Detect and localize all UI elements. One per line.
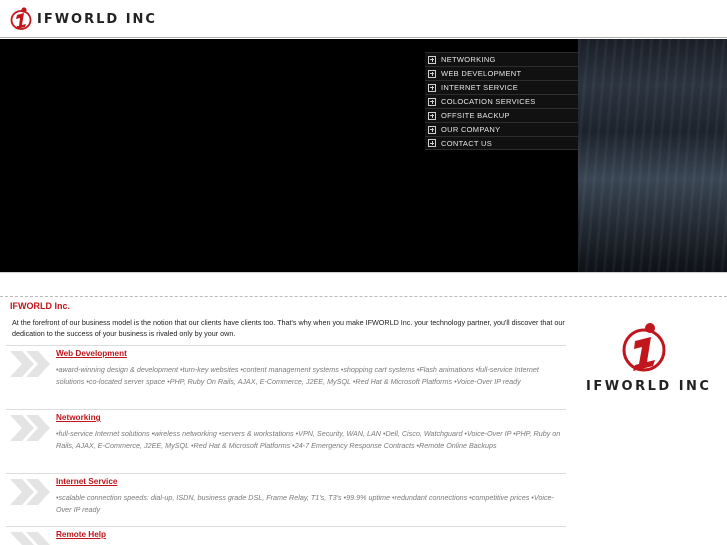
double-chevron-icon: [10, 415, 50, 441]
double-chevron-icon: [10, 351, 50, 377]
plus-box-icon: [428, 125, 436, 134]
nav-item-our-company[interactable]: OUR COMPANY: [425, 122, 578, 136]
plus-box-icon: [428, 111, 436, 120]
section-divider: [6, 409, 566, 410]
nav-item-colocation-services[interactable]: COLOCATION SERVICES: [425, 94, 578, 108]
section-description: •scalable connection speeds: dial-up, IS…: [56, 493, 554, 514]
plus-box-icon: [428, 97, 436, 106]
plus-box-icon: [428, 139, 436, 147]
nav-item-label: COLOCATION SERVICES: [441, 97, 536, 106]
service-section-remote-help: Remote Help: [6, 526, 566, 545]
nav-item-label: NETWORKING: [441, 55, 496, 64]
header-brand-name: IFWORLD INC: [37, 11, 157, 27]
section-divider: [6, 526, 566, 527]
dashed-divider: [0, 296, 727, 297]
nav-item-label: OFFSITE BACKUP: [441, 111, 510, 120]
section-description: •award-winning design & development •tur…: [56, 365, 539, 386]
main-nav: NETWORKING WEB DEVELOPMENT INTERNET SERV…: [425, 52, 578, 150]
nav-item-label: INTERNET SERVICE: [441, 83, 519, 92]
nav-item-internet-service[interactable]: INTERNET SERVICE: [425, 80, 578, 94]
ifworld-logo-icon: [10, 7, 32, 30]
site-header: IFWORLD INC: [0, 0, 727, 38]
service-section-web-development: Web Development •award-winning design & …: [6, 345, 566, 403]
nav-item-label: OUR COMPANY: [441, 125, 501, 134]
section-title-link[interactable]: Internet Service: [56, 477, 117, 486]
service-section-internet-service: Internet Service •scalable connection sp…: [6, 473, 566, 521]
nav-item-label: WEB DEVELOPMENT: [441, 69, 522, 78]
double-chevron-icon: [10, 532, 50, 545]
plus-box-icon: [428, 83, 436, 92]
intro-text: At the forefront of our business model i…: [12, 318, 565, 338]
page-title: IFWORLD Inc.: [10, 301, 70, 311]
hero-image: [578, 39, 727, 272]
nav-item-label: CONTACT US: [441, 138, 493, 148]
nav-item-web-development[interactable]: WEB DEVELOPMENT: [425, 66, 578, 80]
nav-item-offsite-backup[interactable]: OFFSITE BACKUP: [425, 108, 578, 122]
side-brand-name: IFWORLD INC: [586, 379, 712, 394]
double-chevron-icon: [10, 479, 50, 505]
nav-item-networking[interactable]: NETWORKING: [425, 52, 578, 66]
plus-box-icon: [428, 69, 436, 78]
section-title-link[interactable]: Remote Help: [56, 530, 106, 539]
service-section-networking: Networking •full-service Internet soluti…: [6, 409, 566, 467]
hero-banner: NETWORKING WEB DEVELOPMENT INTERNET SERV…: [0, 39, 727, 272]
section-title-link[interactable]: Web Development: [56, 349, 127, 358]
plus-box-icon: [428, 55, 436, 64]
divider-strip: [0, 272, 727, 286]
header-logo[interactable]: IFWORLD INC: [10, 6, 157, 32]
section-title-link[interactable]: Networking: [56, 413, 101, 422]
section-description: •full-service Internet solutions •wirele…: [56, 429, 561, 450]
section-divider: [6, 345, 566, 346]
section-divider: [6, 473, 566, 474]
nav-item-contact-us[interactable]: CONTACT US: [425, 136, 578, 150]
